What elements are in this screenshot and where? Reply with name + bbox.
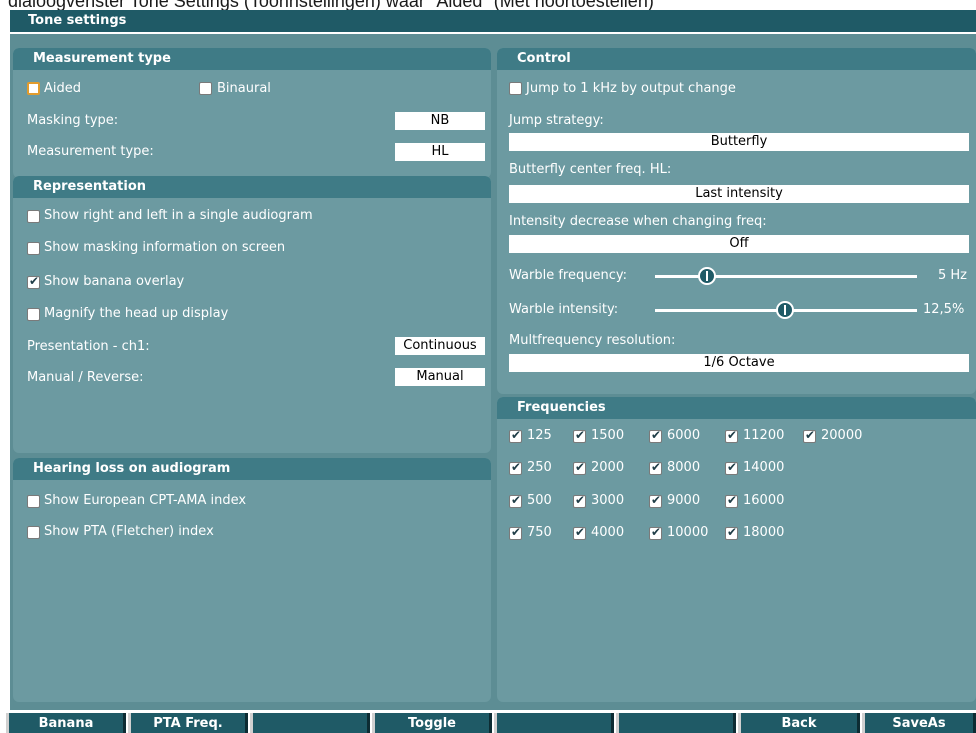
frequency-9000-label[interactable]: 9000	[667, 493, 700, 509]
binaural-label[interactable]: Binaural	[217, 81, 271, 97]
binaural-checkbox[interactable]	[199, 82, 212, 95]
frequency-500-checkbox[interactable]	[509, 493, 522, 508]
document-caption: dialoogvenster Tone Settings (Toonnstell…	[8, 0, 654, 10]
warble-intensity-label: Warble intensity:	[509, 302, 619, 317]
single-audiogram-label[interactable]: Show right and left in a single audiogra…	[44, 208, 313, 224]
frequency-750-checkbox[interactable]	[509, 525, 522, 540]
frequency-2000-checkbox[interactable]	[573, 460, 586, 475]
frequency-500-label[interactable]: 500	[527, 493, 552, 509]
hearing-loss-panel: Hearing loss on audiogram Show European …	[13, 458, 491, 702]
frequency-125-checkbox[interactable]	[509, 428, 522, 443]
single-audiogram-checkbox[interactable]	[27, 210, 40, 223]
jump-strategy-value[interactable]: Butterfly	[509, 133, 969, 151]
presentation-value[interactable]: Continuous	[395, 337, 485, 355]
frequency-14000-label[interactable]: 14000	[743, 460, 784, 476]
representation-panel: Representation Show right and left in a …	[13, 176, 491, 453]
warble-frequency-value: 5 Hz	[938, 268, 968, 283]
frequency-250-checkbox[interactable]	[509, 460, 522, 475]
frequency-16000-label[interactable]: 16000	[743, 493, 784, 509]
pta-fletcher-label[interactable]: Show PTA (Fletcher) index	[44, 524, 214, 540]
jump-1khz-checkbox[interactable]	[509, 82, 522, 95]
masking-type-label: Masking type:	[27, 113, 119, 128]
function-key-4[interactable]: Toggle	[372, 713, 492, 733]
frequency-125-label[interactable]: 125	[527, 428, 552, 444]
frequencies-panel: Frequencies 125 1500 6000 11200 20000 250 2000…	[497, 397, 976, 702]
measurement-type-label: Measurement type:	[27, 144, 154, 159]
function-key-5[interactable]	[494, 713, 614, 733]
presentation-label: Presentation - ch1:	[27, 339, 150, 354]
frequency-6000-label[interactable]: 6000	[667, 428, 700, 444]
frequency-10000-label[interactable]: 10000	[667, 525, 708, 541]
magnify-hud-label[interactable]: Magnify the head up display	[44, 306, 228, 322]
control-header: Control	[497, 48, 976, 70]
function-key-1[interactable]: Banana	[6, 713, 126, 733]
frequencies-header: Frequencies	[497, 397, 976, 419]
butterfly-center-label: Butterfly center freq. HL:	[509, 162, 672, 177]
warble-intensity-value: 12,5%	[923, 302, 965, 317]
masking-info-label[interactable]: Show masking information on screen	[44, 240, 285, 256]
multifrequency-value[interactable]: 1/6 Octave	[509, 354, 969, 372]
intensity-decrease-label: Intensity decrease when changing freq:	[509, 214, 767, 229]
frequency-10000-checkbox[interactable]	[649, 525, 662, 540]
frequency-1500-label[interactable]: 1500	[591, 428, 624, 444]
frequency-11200-checkbox[interactable]	[725, 428, 738, 443]
frequency-20000-label[interactable]: 20000	[821, 428, 862, 444]
frequency-8000-label[interactable]: 8000	[667, 460, 700, 476]
frequency-4000-label[interactable]: 4000	[591, 525, 624, 541]
warble-intensity-thumb[interactable]	[776, 301, 794, 319]
masking-type-value[interactable]: NB	[395, 112, 485, 130]
measurement-type-value[interactable]: HL	[395, 143, 485, 161]
frequency-20000-checkbox[interactable]	[803, 428, 816, 443]
function-key-7[interactable]: Back	[738, 713, 860, 733]
window-title: Tone settings	[10, 10, 976, 34]
function-key-6[interactable]	[616, 713, 736, 733]
manual-reverse-value[interactable]: Manual	[395, 368, 485, 386]
function-key-8[interactable]: SaveAs	[862, 713, 976, 733]
butterfly-center-value[interactable]: Last intensity	[509, 185, 969, 203]
frequency-11200-label[interactable]: 11200	[743, 428, 784, 444]
measurement-type-header: Measurement type	[13, 48, 491, 70]
measurement-type-panel: Measurement type Aided Binaural Masking …	[13, 48, 491, 178]
pta-fletcher-checkbox[interactable]	[27, 526, 40, 539]
intensity-decrease-value[interactable]: Off	[509, 235, 969, 253]
frequency-250-label[interactable]: 250	[527, 460, 552, 476]
banana-overlay-label[interactable]: Show banana overlay	[44, 274, 184, 290]
manual-reverse-label: Manual / Reverse:	[27, 370, 144, 385]
frequency-16000-checkbox[interactable]	[725, 493, 738, 508]
magnify-hud-checkbox[interactable]	[27, 308, 40, 321]
frequency-3000-label[interactable]: 3000	[591, 493, 624, 509]
warble-frequency-label: Warble frequency:	[509, 268, 627, 283]
aided-label[interactable]: Aided	[44, 81, 81, 97]
frequency-18000-label[interactable]: 18000	[743, 525, 784, 541]
hearing-loss-header: Hearing loss on audiogram	[13, 458, 491, 480]
frequency-8000-checkbox[interactable]	[649, 460, 662, 475]
frequency-18000-checkbox[interactable]	[725, 525, 738, 540]
frequency-2000-label[interactable]: 2000	[591, 460, 624, 476]
frequency-14000-checkbox[interactable]	[725, 460, 738, 475]
function-key-3[interactable]	[250, 713, 370, 733]
frequency-6000-checkbox[interactable]	[649, 428, 662, 443]
warble-frequency-thumb[interactable]	[698, 267, 716, 285]
frequency-9000-checkbox[interactable]	[649, 493, 662, 508]
banana-overlay-checkbox[interactable]	[27, 274, 40, 289]
jump-strategy-label: Jump strategy:	[509, 113, 604, 128]
function-key-2[interactable]: PTA Freq.	[128, 713, 248, 733]
aided-checkbox[interactable]	[27, 82, 40, 95]
control-panel: Control Jump to 1 kHz by output change J…	[497, 48, 976, 394]
masking-info-checkbox[interactable]	[27, 242, 40, 255]
frequency-4000-checkbox[interactable]	[573, 525, 586, 540]
warble-frequency-track[interactable]	[655, 275, 917, 278]
representation-header: Representation	[13, 176, 491, 198]
frequency-3000-checkbox[interactable]	[573, 493, 586, 508]
cpt-ama-checkbox[interactable]	[27, 495, 40, 508]
frequency-1500-checkbox[interactable]	[573, 428, 586, 443]
frequency-750-label[interactable]: 750	[527, 525, 552, 541]
cpt-ama-label[interactable]: Show European CPT-AMA index	[44, 493, 246, 509]
tone-settings-window: Tone settings Measurement type Aided Bin…	[10, 10, 976, 710]
multifrequency-label: Multfrequency resolution:	[509, 333, 676, 348]
jump-1khz-label[interactable]: Jump to 1 kHz by output change	[526, 81, 736, 97]
